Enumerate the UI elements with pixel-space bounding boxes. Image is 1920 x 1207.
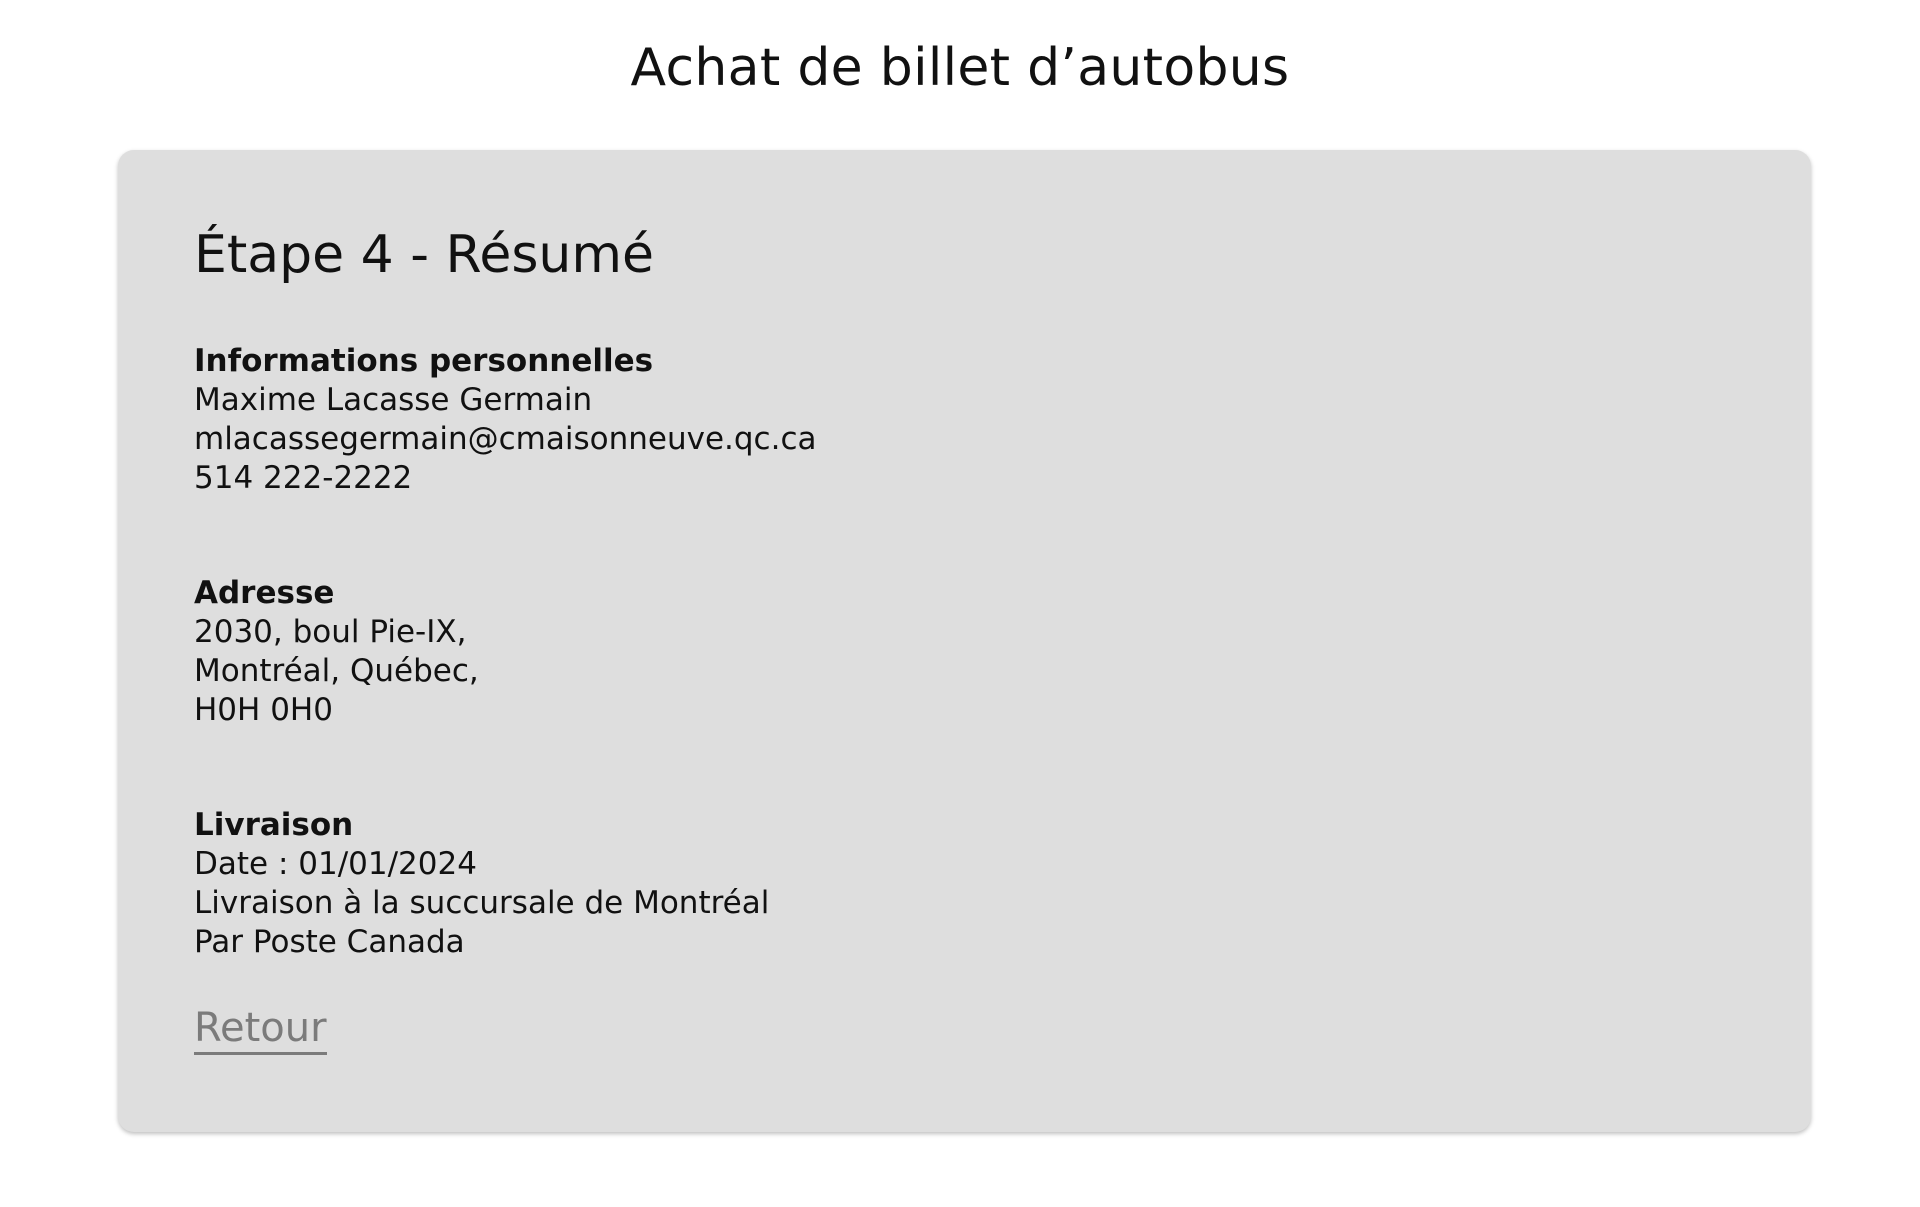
address-postal-code: H0H 0H0 [194, 692, 333, 728]
section-heading: Adresse [194, 575, 335, 611]
section-heading: Informations personnelles [194, 343, 654, 379]
page-title: Achat de billet d’autobus [630, 38, 1290, 98]
section-delivery: Livraison Date : 01/01/2024 Livraison à … [194, 806, 1811, 962]
address-street: 2030, boul Pie-IX, [194, 614, 467, 650]
section-personal-info: Informations personnelles Maxime Lacasse… [194, 342, 1811, 498]
delivery-carrier: Par Poste Canada [194, 924, 465, 960]
section-heading: Livraison [194, 807, 354, 843]
personal-name: Maxime Lacasse Germain [194, 382, 593, 418]
personal-email: mlacassegermain@cmaisonneuve.qc.ca [194, 421, 817, 457]
step-title: Étape 4 - Résumé [194, 225, 655, 285]
delivery-location: Livraison à la succursale de Montréal [194, 885, 770, 921]
address-city: Montréal, Québec, [194, 653, 479, 689]
personal-phone: 514 222-2222 [194, 460, 413, 496]
delivery-date: Date : 01/01/2024 [194, 846, 477, 882]
summary-card: Étape 4 - Résumé Informations personnell… [118, 150, 1811, 1132]
section-address: Adresse 2030, boul Pie-IX, Montréal, Qué… [194, 574, 1811, 730]
back-link[interactable]: Retour [194, 1006, 327, 1055]
